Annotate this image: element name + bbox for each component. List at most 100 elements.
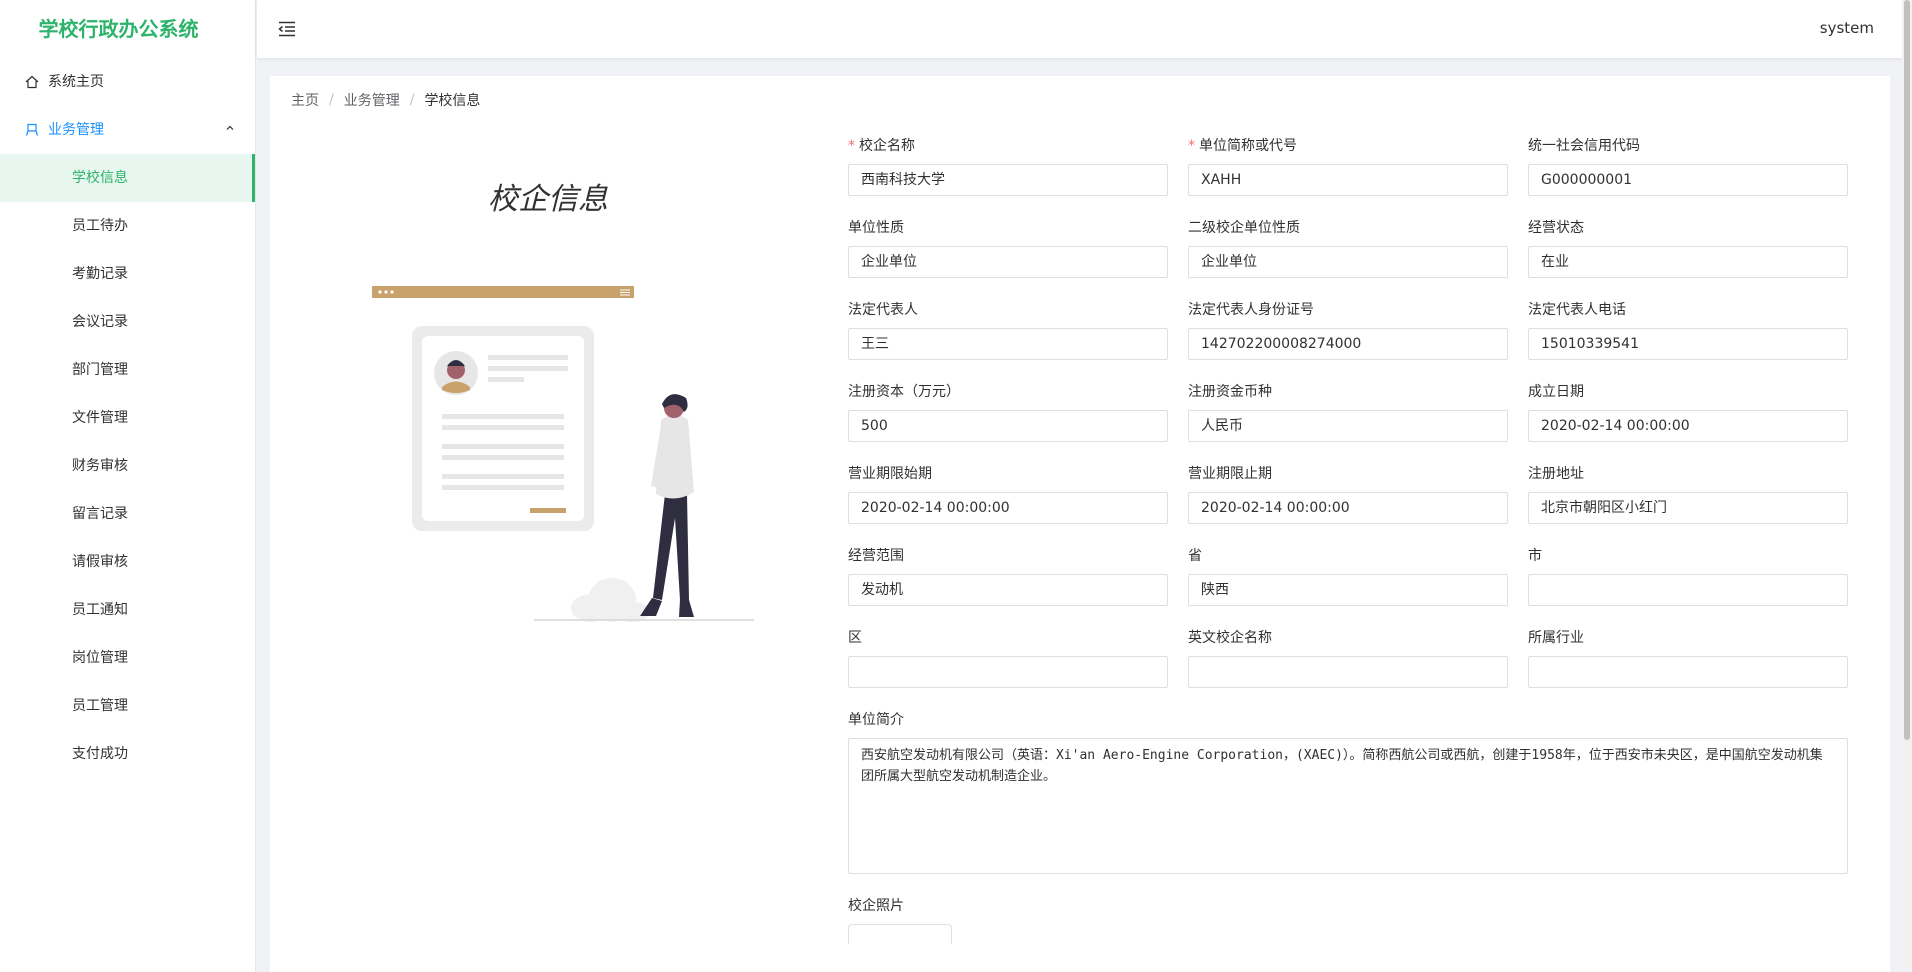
credit-code-input[interactable]: G000000001 [1528,164,1848,196]
business-status-input[interactable]: 在业 [1528,246,1848,278]
user-name[interactable]: system [1820,19,1874,37]
short-name-input[interactable]: XAHH [1188,164,1508,196]
page-scrollbar[interactable] [1902,0,1912,972]
form-row: 法定代表人 王三 法定代表人身份证号 142702200008274000 法定… [848,300,1850,360]
established-date-input[interactable]: 2020-02-14 00:00:00 [1528,410,1848,442]
sidebar-item-home[interactable]: 系统主页 [0,58,255,106]
sidebar-item-meetings[interactable]: 会议记录 [0,298,255,346]
legal-rep-id-input[interactable]: 142702200008274000 [1188,328,1508,360]
currency-input[interactable]: 人民币 [1188,410,1508,442]
required-mark: * [848,138,855,154]
field-label: 单位简介 [848,712,904,728]
sidebar-item-positions[interactable]: 岗位管理 [0,634,255,682]
field-label: 法定代表人电话 [1528,302,1626,318]
sidebar-item-payment[interactable]: 支付成功 [0,730,255,778]
field-label: 营业期限始期 [848,466,932,482]
chevron-up-icon [225,106,235,154]
sidebar-item-files[interactable]: 文件管理 [0,394,255,442]
sidebar-item-notices[interactable]: 员工通知 [0,586,255,634]
sidebar-item-staff-todo[interactable]: 员工待办 [0,202,255,250]
field-label: 所属行业 [1528,630,1584,646]
sidebar-item-staff[interactable]: 员工管理 [0,682,255,730]
form-row: 注册资本（万元） 500 注册资金币种 人民币 成立日期 2020-02-14 … [848,382,1850,442]
field-label: 注册资本（万元） [848,384,960,400]
field-unit-nature: 单位性质 企业单位 [848,218,1168,278]
breadcrumb-separator: / [329,92,334,108]
form-row: 校企照片 [848,896,1850,944]
user-icon [24,122,40,138]
field-business-scope: 经营范围 发动机 [848,546,1168,606]
legal-rep-input[interactable]: 王三 [848,328,1168,360]
field-district: 区 [848,628,1168,688]
sidebar: 学校行政办公系统 系统主页 业务管理 学校信息 员工待办 考勤记录 会议记录 部… [0,0,256,972]
field-industry: 所属行业 [1528,628,1848,688]
field-legal-rep: 法定代表人 王三 [848,300,1168,360]
field-short-name: * 单位简称或代号 XAHH [1188,136,1508,196]
scrollbar-thumb[interactable] [1904,0,1910,740]
form-row: 区 英文校企名称 所属行业 [848,628,1850,688]
breadcrumb: 主页 / 业务管理 / 学校信息 [291,90,480,110]
field-label: 英文校企名称 [1188,630,1272,646]
field-registered-capital: 注册资本（万元） 500 [848,382,1168,442]
sidebar-item-finance[interactable]: 财务审核 [0,442,255,490]
profile-illustration [372,286,754,622]
field-label: * 校企名称 [848,138,915,154]
sidebar-item-attendance[interactable]: 考勤记录 [0,250,255,298]
menu-collapse-icon[interactable] [277,19,297,39]
field-label: * 单位简称或代号 [1188,138,1297,154]
field-label: 注册资金币种 [1188,384,1272,400]
school-info-form: * 校企名称 西南科技大学 * 单位简称或代号 XAHH 统一社会信用代码 G000… [848,136,1850,966]
secondary-nature-input[interactable]: 企业单位 [1188,246,1508,278]
sidebar-item-label: 系统主页 [48,74,104,90]
field-label: 二级校企单位性质 [1188,220,1300,236]
field-established-date: 成立日期 2020-02-14 00:00:00 [1528,382,1848,442]
field-term-end: 营业期限止期 2020-02-14 00:00:00 [1188,464,1508,524]
field-label: 法定代表人 [848,302,918,318]
district-input[interactable] [848,656,1168,688]
sidebar-group-business[interactable]: 业务管理 [0,106,255,154]
photo-upload[interactable] [848,924,952,944]
english-name-input[interactable] [1188,656,1508,688]
field-label: 省 [1188,548,1202,564]
required-mark: * [1188,138,1195,154]
legal-rep-phone-input[interactable]: 15010339541 [1528,328,1848,360]
sidebar-item-messages[interactable]: 留言记录 [0,490,255,538]
school-name-input[interactable]: 西南科技大学 [848,164,1168,196]
field-school-name: * 校企名称 西南科技大学 [848,136,1168,196]
field-label: 单位性质 [848,220,904,236]
registered-address-input[interactable]: 北京市朝阳区小红门 [1528,492,1848,524]
main-content: 主页 / 业务管理 / 学校信息 校企信息 * 校企名称 西南科技大学 * 单位… [270,76,1890,972]
field-province: 省 陕西 [1188,546,1508,606]
field-label: 经营状态 [1528,220,1584,236]
province-input[interactable]: 陕西 [1188,574,1508,606]
term-start-input[interactable]: 2020-02-14 00:00:00 [848,492,1168,524]
field-label: 统一社会信用代码 [1528,138,1640,154]
field-registered-address: 注册地址 北京市朝阳区小红门 [1528,464,1848,524]
business-scope-input[interactable]: 发动机 [848,574,1168,606]
unit-nature-input[interactable]: 企业单位 [848,246,1168,278]
home-icon [24,74,40,90]
form-row: 营业期限始期 2020-02-14 00:00:00 营业期限止期 2020-0… [848,464,1850,524]
term-end-input[interactable]: 2020-02-14 00:00:00 [1188,492,1508,524]
field-label: 市 [1528,548,1542,564]
sidebar-item-school-info[interactable]: 学校信息 [0,154,255,202]
field-english-name: 英文校企名称 [1188,628,1508,688]
field-legal-rep-phone: 法定代表人电话 15010339541 [1528,300,1848,360]
sidebar-item-leave[interactable]: 请假审核 [0,538,255,586]
field-intro: 单位简介 西安航空发动机有限公司（英语：Xi'an Aero-Engine Co… [848,710,1848,874]
city-input[interactable] [1528,574,1848,606]
field-label: 营业期限止期 [1188,466,1272,482]
breadcrumb-section[interactable]: 业务管理 [344,90,400,110]
field-label: 区 [848,630,862,646]
intro-textarea[interactable]: 西安航空发动机有限公司（英语：Xi'an Aero-Engine Corpora… [848,738,1848,874]
top-header: system [257,0,1912,58]
field-label: 校企照片 [848,898,904,914]
breadcrumb-home[interactable]: 主页 [291,90,319,110]
sidebar-group-label: 业务管理 [48,122,104,138]
sidebar-item-departments[interactable]: 部门管理 [0,346,255,394]
field-business-status: 经营状态 在业 [1528,218,1848,278]
field-label: 法定代表人身份证号 [1188,302,1314,318]
registered-capital-input[interactable]: 500 [848,410,1168,442]
industry-input[interactable] [1528,656,1848,688]
form-row: * 校企名称 西南科技大学 * 单位简称或代号 XAHH 统一社会信用代码 G000… [848,136,1850,196]
